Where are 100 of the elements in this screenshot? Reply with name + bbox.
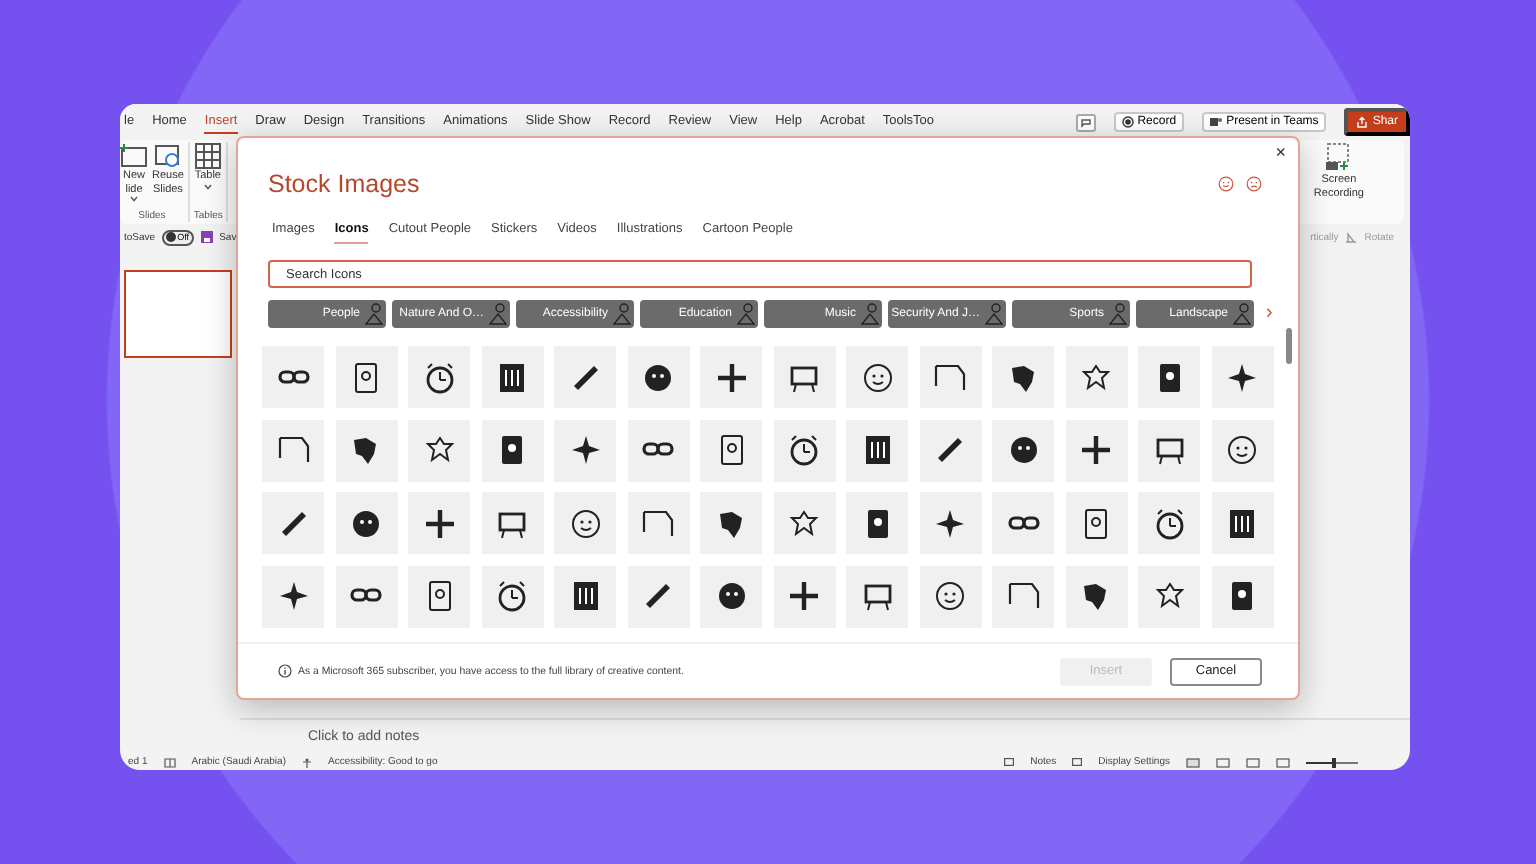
icon-tile[interactable] bbox=[481, 419, 543, 481]
icon-tile[interactable] bbox=[700, 419, 762, 481]
alarm-clock-icon bbox=[494, 578, 530, 614]
notes-icon[interactable] bbox=[1004, 758, 1015, 766]
table-icon bbox=[193, 142, 222, 170]
plus-icon bbox=[786, 578, 822, 614]
icon-tile[interactable] bbox=[992, 346, 1054, 408]
icon-tile[interactable] bbox=[262, 565, 324, 627]
icon-tile[interactable] bbox=[262, 346, 324, 408]
alarm-clock-icon bbox=[1151, 505, 1187, 541]
face-icon bbox=[713, 578, 749, 614]
icon-tile[interactable] bbox=[1211, 565, 1273, 627]
icon-tile[interactable] bbox=[554, 346, 616, 408]
icon-tile[interactable] bbox=[481, 565, 543, 627]
icon-tile[interactable] bbox=[627, 492, 689, 554]
slide-thumbnail[interactable] bbox=[124, 270, 232, 358]
smiley-icon bbox=[567, 505, 603, 541]
icon-tile[interactable] bbox=[846, 346, 908, 408]
icon-tile[interactable] bbox=[408, 492, 470, 554]
icon-tile[interactable] bbox=[335, 492, 397, 554]
line-icon bbox=[640, 505, 676, 541]
icon-tile[interactable] bbox=[919, 346, 981, 408]
icon-tile[interactable] bbox=[773, 492, 835, 554]
icon-tile[interactable] bbox=[773, 419, 835, 481]
icon-tile[interactable] bbox=[700, 492, 762, 554]
normal-view-icon[interactable] bbox=[1186, 757, 1200, 767]
smiley-icon bbox=[1224, 432, 1260, 468]
smiley-icon[interactable] bbox=[1218, 176, 1234, 192]
icon-tile[interactable] bbox=[262, 492, 324, 554]
icon-tile[interactable] bbox=[481, 346, 543, 408]
abacus-icon bbox=[1224, 505, 1260, 541]
icon-tile[interactable] bbox=[846, 565, 908, 627]
icon-tile[interactable] bbox=[408, 419, 470, 481]
smiley-icon bbox=[859, 359, 895, 395]
icon-tile[interactable] bbox=[481, 492, 543, 554]
icon-tile[interactable] bbox=[627, 419, 689, 481]
sketch-icon bbox=[1232, 302, 1252, 326]
icon-tile[interactable] bbox=[335, 419, 397, 481]
line-icon bbox=[1005, 578, 1041, 614]
teams-icon bbox=[1210, 116, 1223, 128]
icon-tile[interactable] bbox=[408, 346, 470, 408]
icon-tile[interactable] bbox=[846, 492, 908, 554]
sparkle-icon bbox=[567, 432, 603, 468]
icon-tile[interactable] bbox=[919, 419, 981, 481]
record-icon bbox=[1121, 116, 1134, 128]
sketch-icon bbox=[364, 302, 384, 326]
icon-tile[interactable] bbox=[627, 346, 689, 408]
accessibility-icon[interactable] bbox=[301, 757, 312, 767]
icon-tile[interactable] bbox=[919, 565, 981, 627]
icon-tile[interactable] bbox=[1138, 565, 1200, 627]
icon-tile[interactable] bbox=[1138, 492, 1200, 554]
icon-tile[interactable] bbox=[846, 419, 908, 481]
line-icon bbox=[275, 432, 311, 468]
slide-show-icon[interactable] bbox=[1276, 757, 1290, 767]
icon-tile[interactable] bbox=[627, 565, 689, 627]
sketch-icon bbox=[860, 302, 880, 326]
smiley-icon bbox=[932, 578, 968, 614]
alarm-clock-icon bbox=[421, 359, 457, 395]
icon-tile[interactable] bbox=[1065, 565, 1127, 627]
sparkle-icon bbox=[275, 578, 311, 614]
reading-view-icon[interactable] bbox=[1246, 757, 1260, 767]
icon-tile[interactable] bbox=[554, 419, 616, 481]
icon-tile[interactable] bbox=[554, 565, 616, 627]
comment-icon[interactable] bbox=[1075, 113, 1096, 131]
icon-tile[interactable] bbox=[262, 419, 324, 481]
frown-icon[interactable] bbox=[1246, 176, 1262, 192]
plus-icon bbox=[713, 359, 749, 395]
icon-tile[interactable] bbox=[773, 565, 835, 627]
scrollbar-thumb[interactable] bbox=[1286, 328, 1292, 364]
icon-tile[interactable] bbox=[992, 419, 1054, 481]
book-icon[interactable] bbox=[163, 757, 176, 767]
close-button[interactable]: × bbox=[1275, 144, 1286, 162]
icon-tile[interactable] bbox=[1138, 346, 1200, 408]
icon-tile[interactable] bbox=[1211, 492, 1273, 554]
icon-tile[interactable] bbox=[1211, 419, 1273, 481]
display-icon[interactable] bbox=[1072, 758, 1083, 766]
face-icon bbox=[1005, 432, 1041, 468]
screen-recording-icon bbox=[1324, 142, 1353, 174]
icon-tile[interactable] bbox=[1065, 419, 1127, 481]
icon-tile[interactable] bbox=[335, 346, 397, 408]
icon-tile[interactable] bbox=[1065, 346, 1127, 408]
icon-tile[interactable] bbox=[335, 565, 397, 627]
sketch-icon bbox=[488, 302, 508, 326]
icon-tile[interactable] bbox=[1138, 419, 1200, 481]
save-icon[interactable] bbox=[199, 230, 214, 244]
sketch-icon bbox=[984, 302, 1004, 326]
icon-tile[interactable] bbox=[408, 565, 470, 627]
line-icon bbox=[932, 359, 968, 395]
slide-sorter-icon[interactable] bbox=[1216, 757, 1230, 767]
icon-tile[interactable] bbox=[700, 565, 762, 627]
icon-tile[interactable] bbox=[700, 346, 762, 408]
icon-tile[interactable] bbox=[1065, 492, 1127, 554]
icon-tile[interactable] bbox=[992, 565, 1054, 627]
icon-tile[interactable] bbox=[919, 492, 981, 554]
abacus-icon bbox=[494, 359, 530, 395]
icon-tile[interactable] bbox=[992, 492, 1054, 554]
sketch-icon bbox=[1108, 302, 1128, 326]
icon-tile[interactable] bbox=[773, 346, 835, 408]
icon-tile[interactable] bbox=[554, 492, 616, 554]
icon-tile[interactable] bbox=[1211, 346, 1273, 408]
